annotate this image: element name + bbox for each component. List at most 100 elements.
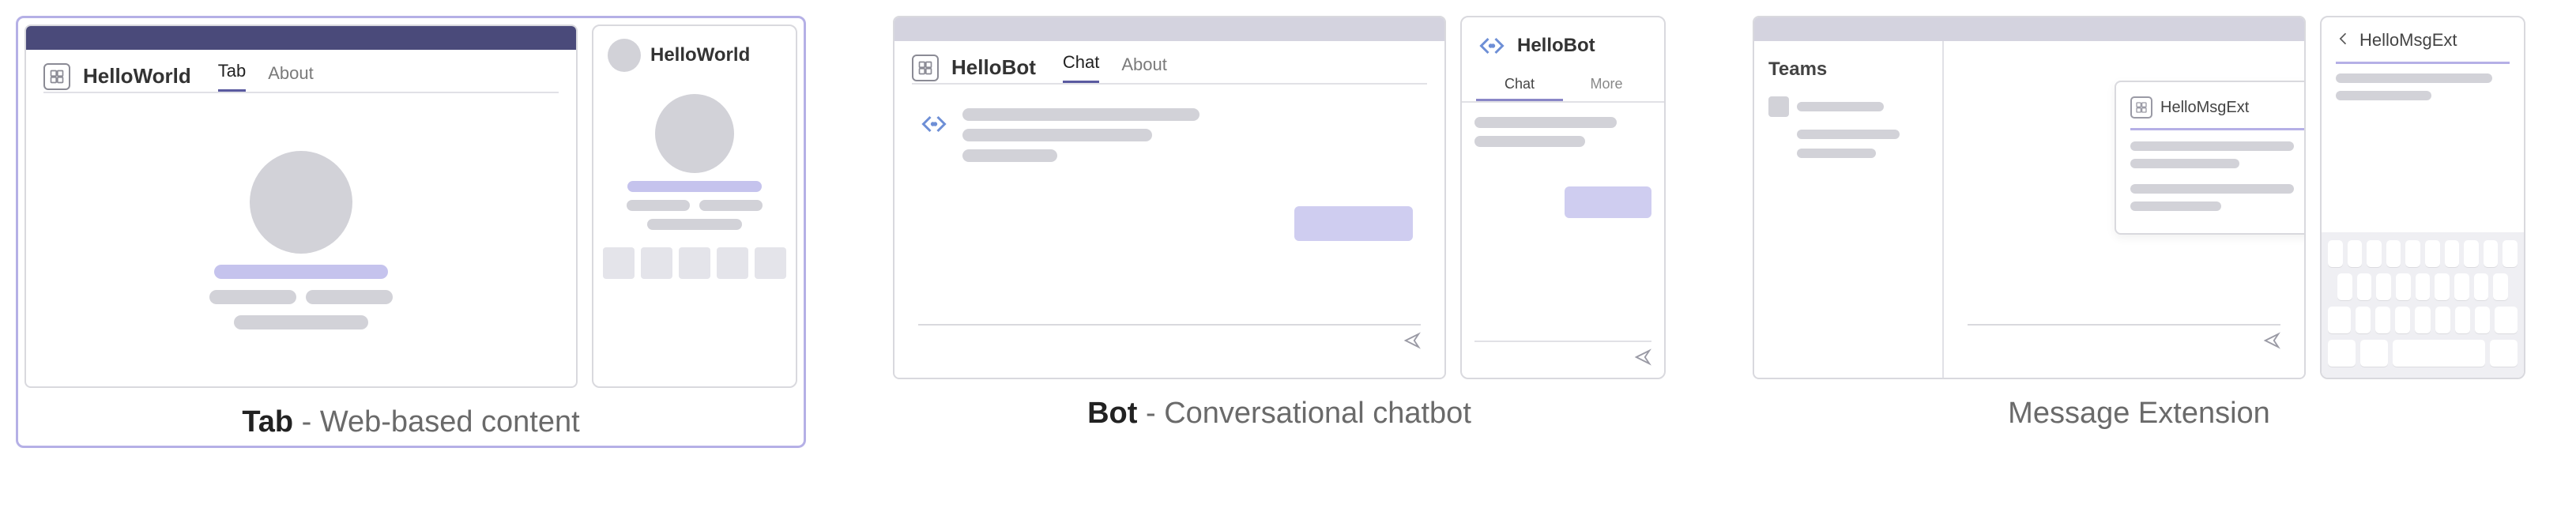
key[interactable] <box>2435 307 2450 333</box>
key[interactable] <box>2464 240 2479 267</box>
send-icon[interactable] <box>2263 332 2280 353</box>
panel-msgext: Teams <box>1753 16 2525 431</box>
key[interactable] <box>2445 240 2460 267</box>
tab-bar: Tab About <box>218 61 314 92</box>
placeholder-line <box>1797 149 1876 158</box>
app-name: HelloBot <box>951 55 1036 80</box>
key[interactable] <box>2475 307 2490 333</box>
key[interactable] <box>2375 307 2390 333</box>
bot-message-line <box>962 149 1057 162</box>
placeholder-line <box>1797 130 1900 139</box>
placeholder-line <box>209 290 296 304</box>
key[interactable] <box>2367 240 2382 267</box>
caption-bot: Bot - Conversational chatbot <box>1087 397 1471 431</box>
mobile-tab-chat[interactable]: Chat <box>1476 70 1563 101</box>
panel-tab: HelloWorld Tab About <box>16 16 806 448</box>
app-header: HelloWorld Tab About <box>26 50 576 92</box>
tab-desktop-mockup: HelloWorld Tab About <box>24 24 578 388</box>
card-title: HelloMsgExt <box>2160 99 2249 117</box>
key[interactable] <box>2405 240 2420 267</box>
avatar-icon <box>608 39 641 72</box>
tile[interactable] <box>755 247 786 279</box>
key-emoji[interactable] <box>2360 340 2388 367</box>
sidebar-item[interactable] <box>1768 96 1928 117</box>
key[interactable] <box>2357 273 2372 300</box>
panel-bot: HelloBot Chat About <box>893 16 1666 431</box>
tile-row <box>603 247 786 279</box>
app-icon <box>43 63 70 90</box>
placeholder-line <box>214 265 388 279</box>
key[interactable] <box>2416 273 2431 300</box>
key[interactable] <box>2503 240 2518 267</box>
key[interactable] <box>2337 273 2352 300</box>
accent-divider <box>2130 128 2306 130</box>
key[interactable] <box>2386 240 2401 267</box>
placeholder-line <box>234 315 368 329</box>
key[interactable] <box>2376 273 2391 300</box>
key[interactable] <box>2415 307 2430 333</box>
compose-box[interactable] <box>1968 324 2280 354</box>
bot-message-line <box>962 108 1199 121</box>
key[interactable] <box>2454 273 2469 300</box>
mobile-tabs: Chat More <box>1462 70 1664 103</box>
placeholder-line <box>2336 91 2431 100</box>
key[interactable] <box>2425 240 2440 267</box>
tile[interactable] <box>603 247 635 279</box>
tile[interactable] <box>679 247 710 279</box>
placeholder-line <box>2130 184 2294 194</box>
tile[interactable] <box>641 247 672 279</box>
key[interactable] <box>2356 307 2371 333</box>
msgext-card[interactable]: HelloMsgExt <box>2115 81 2306 235</box>
mobile-keyboard[interactable] <box>2322 232 2524 378</box>
tab-chat[interactable]: Chat <box>1063 52 1099 83</box>
key[interactable] <box>2435 273 2450 300</box>
tile[interactable] <box>717 247 748 279</box>
key-return[interactable] <box>2490 340 2518 367</box>
key-space[interactable] <box>2393 340 2485 367</box>
send-icon[interactable] <box>1403 332 1421 353</box>
key[interactable] <box>2396 273 2411 300</box>
key-numeric[interactable] <box>2328 340 2356 367</box>
placeholder-line <box>2130 201 2221 211</box>
mobile-tab-more[interactable]: More <box>1563 70 1650 101</box>
tab-about[interactable]: About <box>268 63 314 92</box>
tab-tab[interactable]: Tab <box>218 61 246 92</box>
compose-box[interactable] <box>918 324 1421 354</box>
placeholder-line <box>699 200 763 211</box>
msgext-desktop-mockup: Teams <box>1753 16 2306 379</box>
placeholder-line <box>306 290 393 304</box>
key[interactable] <box>2474 273 2489 300</box>
caption-tab: Tab - Web-based content <box>242 405 579 439</box>
send-icon[interactable] <box>1634 348 1651 370</box>
conversation-area: HelloMsgExt <box>1944 41 2304 378</box>
placeholder-line <box>627 200 690 211</box>
tab-content <box>26 93 576 386</box>
back-icon[interactable] <box>2336 31 2352 51</box>
key[interactable] <box>2328 240 2343 267</box>
key[interactable] <box>2484 240 2499 267</box>
tab-about[interactable]: About <box>1121 55 1167 83</box>
compose-box[interactable] <box>1474 341 1651 370</box>
placeholder-line <box>2336 73 2492 83</box>
bot-icon <box>918 108 950 140</box>
mobile-title: HelloWorld <box>650 44 750 66</box>
key[interactable] <box>2493 273 2508 300</box>
bot-mobile-mockup: HelloBot Chat More <box>1460 16 1666 379</box>
mobile-chat-area <box>1462 103 1664 378</box>
placeholder-line <box>647 219 742 230</box>
bot-message-line <box>962 129 1152 141</box>
key-shift[interactable] <box>2328 307 2351 333</box>
tab-mobile-mockup: HelloWorld <box>592 24 797 388</box>
key[interactable] <box>2395 307 2410 333</box>
mobile-header: HelloWorld <box>593 26 796 80</box>
team-icon <box>1768 96 1789 117</box>
window-titlebar <box>26 26 576 50</box>
bot-desktop-mockup: HelloBot Chat About <box>893 16 1446 379</box>
placeholder-line <box>1797 102 1884 111</box>
key-backspace[interactable] <box>2495 307 2518 333</box>
mobile-back-header: HelloMsgExt <box>2322 17 2524 58</box>
placeholder-line <box>627 181 762 192</box>
key[interactable] <box>2348 240 2363 267</box>
tab-bar: Chat About <box>1063 52 1167 83</box>
key[interactable] <box>2455 307 2470 333</box>
